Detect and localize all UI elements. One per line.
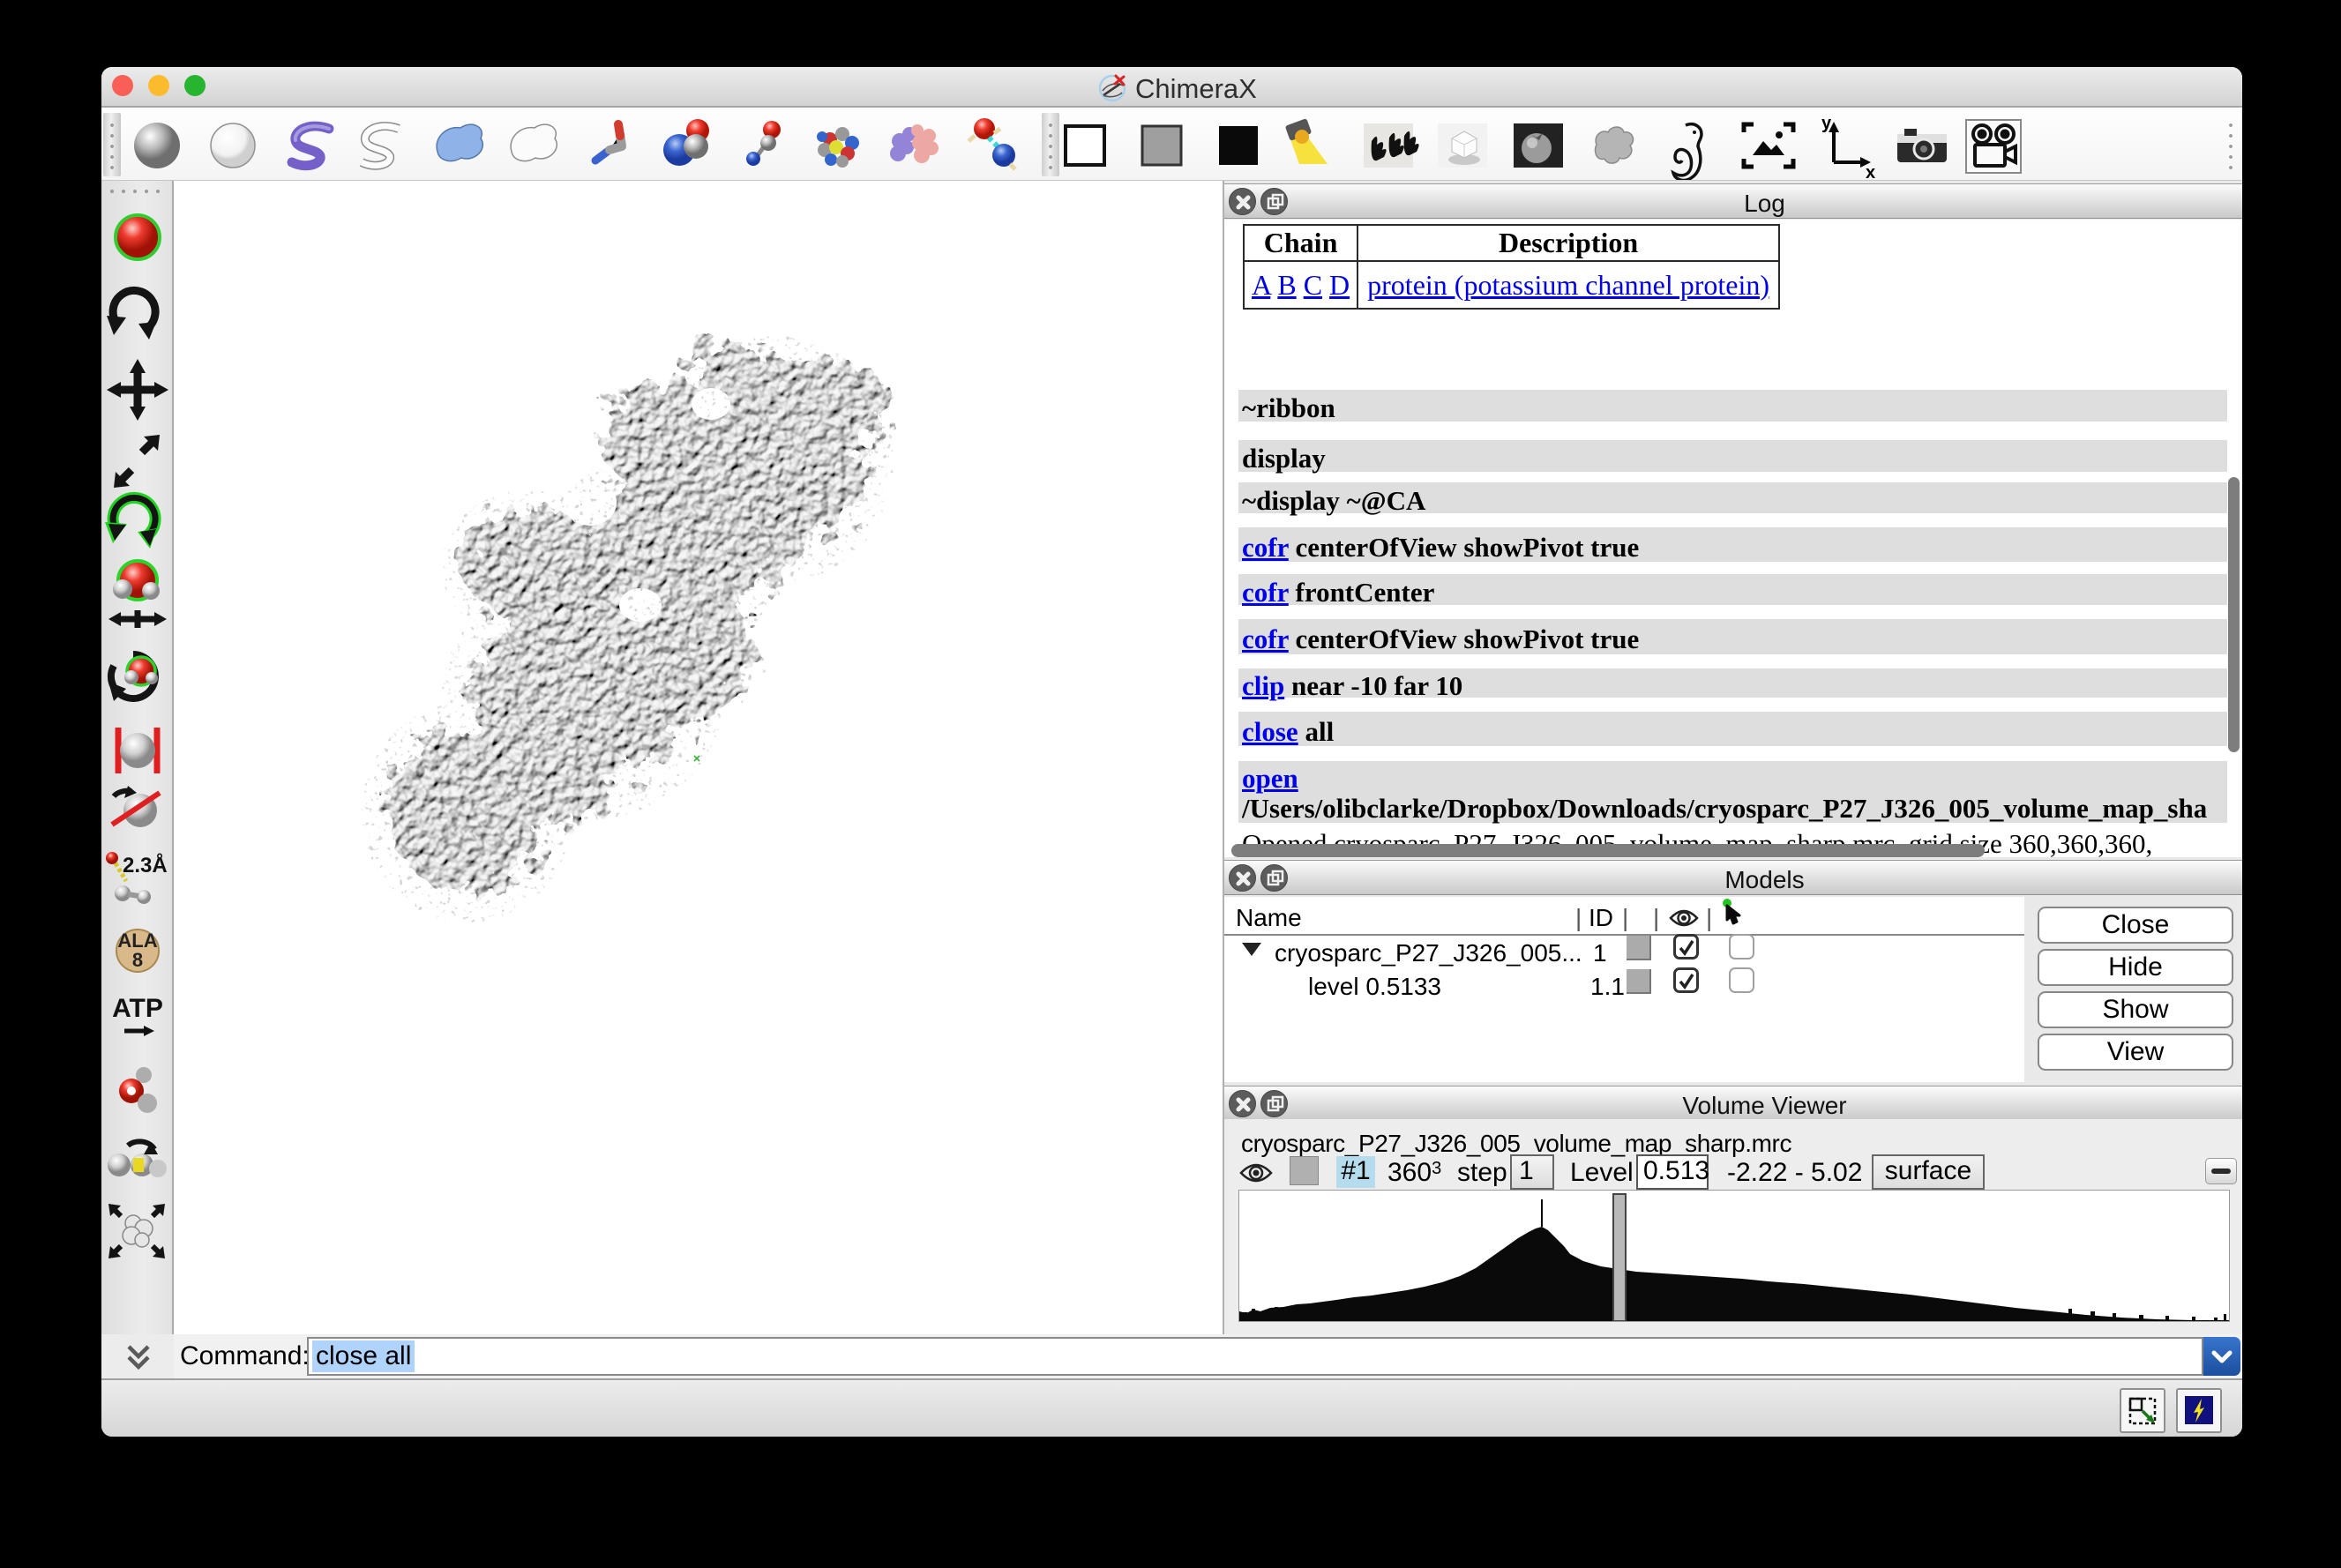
svg-text:x: x xyxy=(1866,163,1875,180)
svg-text:2.3Å: 2.3Å xyxy=(123,853,168,877)
svg-text:y: y xyxy=(1821,114,1832,133)
svg-text:ATP: ATP xyxy=(112,994,163,1023)
svg-text:8: 8 xyxy=(132,949,143,971)
